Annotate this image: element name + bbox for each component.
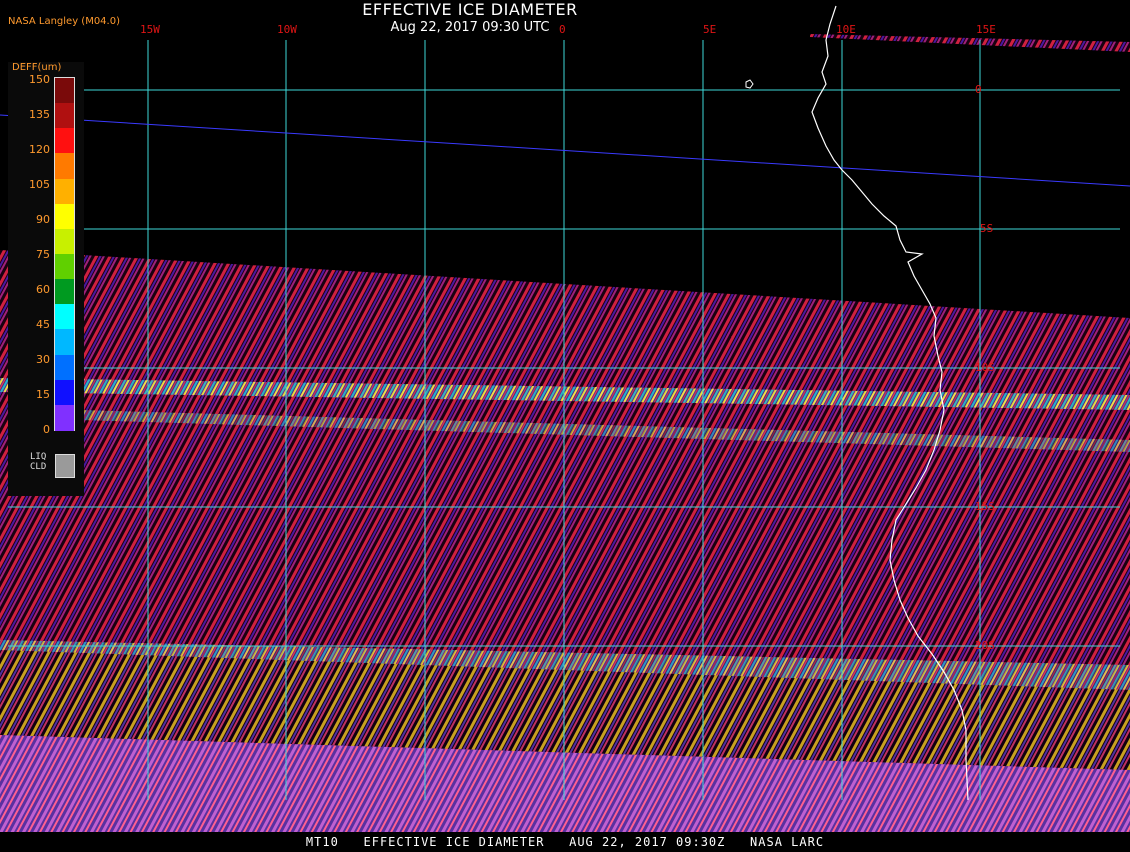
producer-label: NASA Langley (M04.0) [8,16,120,27]
legend-swatch [55,304,74,331]
legend-tick: 45 [36,318,50,331]
lat-label-5s: 5S [980,222,994,235]
legend-swatch [55,203,74,230]
legend-swatch [55,354,74,381]
lat-label-10s: 10S [975,361,995,374]
lon-label-15w: 15W [140,23,160,36]
legend-swatch [55,103,74,130]
legend-tick: 30 [36,353,50,366]
lon-label-10e: 10E [836,23,856,36]
timestamp: Aug 22, 2017 09:30 UTC [390,20,550,35]
legend-color-bar [54,77,75,431]
lat-label-15s: 15S [975,500,995,513]
legend-swatch [55,228,74,255]
legend-tick: 75 [36,248,50,261]
lon-label-15e: 15E [976,23,996,36]
legend-swatch [55,153,74,180]
legend-swatch [55,178,74,205]
legend-tick: 90 [36,213,50,226]
legend-swatch [55,379,74,406]
legend-tick: 60 [36,283,50,296]
lon-label-5e: 5E [703,23,717,36]
orbit-track-line [0,114,1130,187]
lat-label-20s: 20S [975,639,995,652]
legend-swatch [55,404,74,431]
legend-tick: 15 [36,388,50,401]
map-title: EFFECTIVE ICE DIAMETER [362,0,578,19]
legend-swatch [55,329,74,356]
cloud-band-top-right [810,34,1130,52]
liquid-cloud-swatch [55,454,75,478]
footer-caption: MT10 EFFECTIVE ICE DIAMETER AUG 22, 2017… [0,832,1130,850]
legend-tick: 105 [29,178,50,191]
lat-label-0: 0 [975,83,982,96]
liquid-cloud-label: LIQ CLD [30,452,47,472]
lon-label-10w: 10W [277,23,297,36]
legend-swatch [55,279,74,306]
legend-tick: 150 [29,73,50,86]
lon-label-0: 0 [559,23,566,36]
color-legend: DEFF(um) 150 135 120 105 90 75 60 45 30 … [8,62,84,496]
island [745,79,754,89]
legend-swatch [55,128,74,155]
legend-swatch [55,254,74,280]
legend-title: DEFF(um) [12,62,62,73]
legend-tick: 135 [29,108,50,121]
legend-swatch [55,78,74,104]
legend-tick: 120 [29,143,50,156]
satellite-map [0,5,1130,832]
legend-tick: 0 [43,423,50,436]
